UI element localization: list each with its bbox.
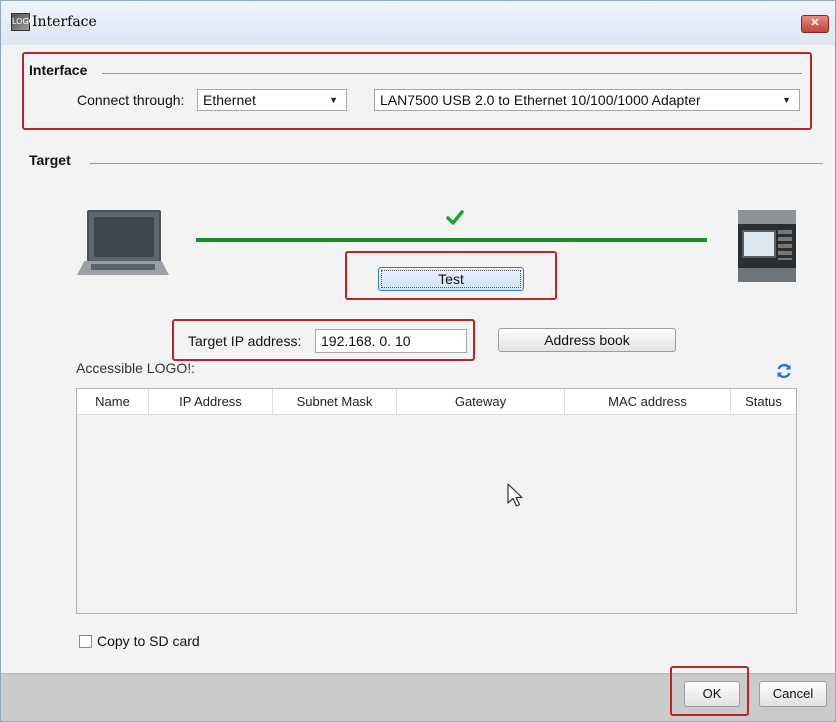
column-header-name[interactable]: Name [77,389,149,414]
accessible-logo-table[interactable]: Name IP Address Subnet Mask Gateway MAC … [76,388,797,614]
dialog-footer: OK Cancel [1,666,835,721]
adapter-value: LAN7500 USB 2.0 to Ethernet 10/100/1000 … [380,92,701,108]
connect-through-label: Connect through: [77,92,185,108]
connect-through-value: Ethernet [203,92,256,108]
interface-section-title: Interface [29,62,88,78]
connection-line [196,238,707,242]
chevron-down-icon: ▼ [329,95,338,105]
target-section-divider [90,163,823,164]
checkmark-icon [446,210,464,225]
column-header-subnet-mask[interactable]: Subnet Mask [273,389,397,414]
title-bar: LOGO Interface ✕ [1,1,835,45]
window-title: Interface [32,14,97,30]
interface-section-divider [102,73,802,74]
copy-sd-checkbox[interactable] [79,635,92,648]
column-header-mac-address[interactable]: MAC address [565,389,731,414]
connect-through-select[interactable]: Ethernet ▼ [197,89,347,111]
copy-sd-label: Copy to SD card [97,633,200,649]
table-header: Name IP Address Subnet Mask Gateway MAC … [77,389,796,415]
dialog-content: Interface Connect through: Ethernet ▼ LA… [1,45,835,673]
interface-dialog: LOGO Interface ✕ Interface Connect throu… [0,0,836,722]
adapter-select[interactable]: LAN7500 USB 2.0 to Ethernet 10/100/1000 … [374,89,800,111]
chevron-down-icon: ▼ [782,95,791,105]
target-ip-input[interactable]: 192.168. 0. 10 [315,329,467,353]
logo-app-icon: LOGO [11,13,35,31]
ok-button[interactable]: OK [684,681,740,707]
column-header-status[interactable]: Status [731,389,796,414]
column-header-ip-address[interactable]: IP Address [149,389,273,414]
address-book-button[interactable]: Address book [498,328,676,352]
column-header-gateway[interactable]: Gateway [397,389,565,414]
accessible-logo-label: Accessible LOGO!: [76,360,196,376]
close-button[interactable]: ✕ [801,15,829,33]
target-ip-label: Target IP address: [188,333,302,349]
test-button[interactable]: Test [378,267,524,291]
target-section-title: Target [29,152,71,168]
logo-device-icon [738,210,796,282]
mouse-cursor-icon [507,483,523,507]
cancel-button[interactable]: Cancel [759,681,827,707]
refresh-icon[interactable] [775,362,793,380]
